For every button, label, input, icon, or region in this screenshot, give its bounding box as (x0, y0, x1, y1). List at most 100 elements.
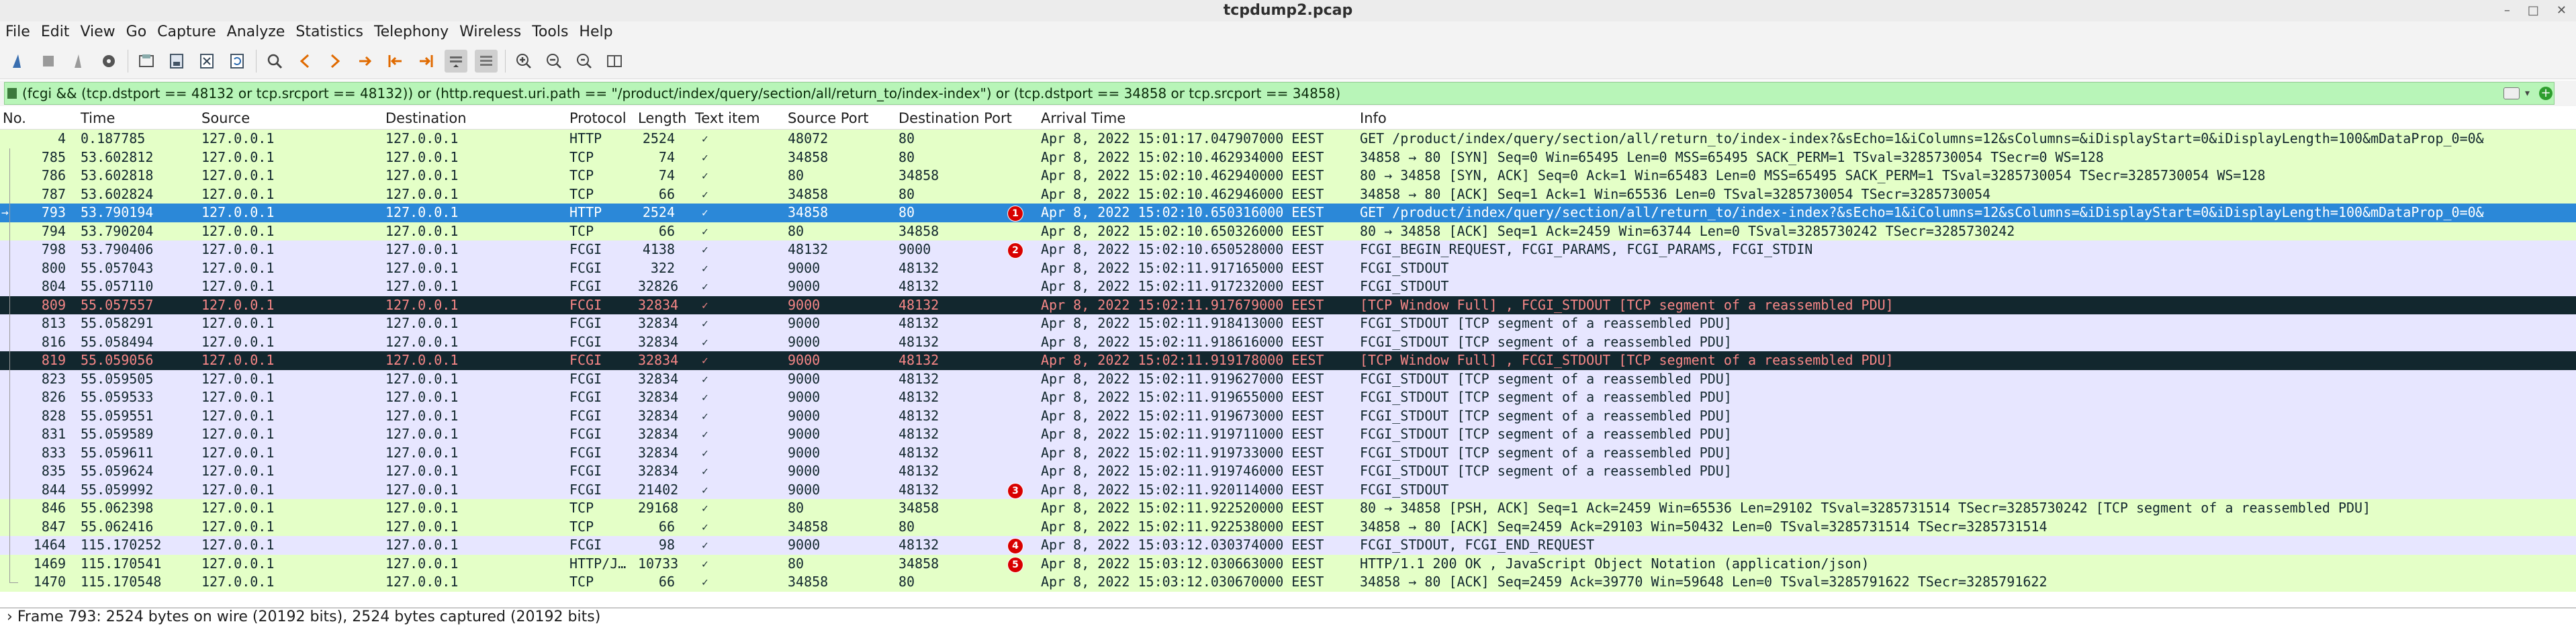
cell-src: 127.0.0.1 (201, 315, 275, 331)
col-length[interactable]: Length (638, 107, 686, 129)
go-last-icon[interactable] (414, 50, 437, 73)
packet-row[interactable]: 847 55.062416 127.0.0.1 127.0.0.1 TCP 66 34858… (0, 517, 2576, 536)
menu-capture[interactable]: Capture (152, 21, 221, 43)
go-to-packet-icon[interactable] (354, 50, 377, 73)
expander-icon[interactable]: › (7, 609, 13, 625)
close-file-icon[interactable] (195, 50, 218, 73)
cell-proto: TCP (569, 500, 594, 516)
packet-row[interactable]: 804 55.057110 127.0.0.1 127.0.0.1 FCGI 32826 9… (0, 277, 2576, 296)
col-arrival-time[interactable]: Arrival Time (1041, 107, 1125, 129)
cell-len: 32834 (638, 352, 679, 368)
apply-filter-icon[interactable]: + (2539, 87, 2552, 100)
packet-row[interactable]: 831 55.059589 127.0.0.1 127.0.0.1 FCGI 32834 9… (0, 425, 2576, 444)
cell-src: 127.0.0.1 (201, 352, 275, 368)
restart-capture-icon[interactable] (67, 50, 90, 73)
menu-edit[interactable]: Edit (36, 21, 75, 43)
resize-columns-icon[interactable] (603, 50, 626, 73)
bookmark-icon[interactable] (7, 88, 17, 99)
colorize-icon[interactable] (475, 49, 498, 73)
menu-file[interactable]: File (0, 21, 36, 43)
packet-row[interactable]: 844 55.059992 127.0.0.1 127.0.0.1 FCGI 21402 9… (0, 480, 2576, 499)
packet-row[interactable]: 823 55.059505 127.0.0.1 127.0.0.1 FCGI 32834 9… (0, 369, 2576, 388)
packet-details-pane[interactable]: › Frame 793: 2524 bytes on wire (20192 b… (0, 607, 2576, 626)
col-time[interactable]: Time (81, 107, 115, 129)
check-icon: ✓ (702, 261, 708, 275)
zoom-in-icon[interactable] (512, 50, 535, 73)
menu-go[interactable]: Go (121, 21, 152, 43)
cell-proto: FCGI (569, 333, 602, 350)
packet-row[interactable]: 828 55.059551 127.0.0.1 127.0.0.1 FCGI 32834 9… (0, 406, 2576, 425)
capture-options-icon[interactable] (97, 50, 120, 73)
cell-time: 55.059056 (81, 352, 154, 368)
col-no[interactable]: No. (3, 107, 26, 129)
menu-statistics[interactable]: Statistics (290, 21, 369, 43)
cell-time: 55.062416 (81, 518, 154, 535)
cell-sport: 9000 (788, 352, 821, 368)
packet-row[interactable]: 826 55.059533 127.0.0.1 127.0.0.1 FCGI 32834 9… (0, 388, 2576, 407)
col-destination-port[interactable]: Destination Port (899, 107, 1012, 129)
menu-bar: File Edit View Go Capture Analyze Statistics Te… (0, 21, 2576, 43)
col-source-port[interactable]: Source Port (788, 107, 868, 129)
menu-tools[interactable]: Tools (526, 21, 573, 43)
cell-sport: 48132 (788, 241, 829, 257)
go-back-icon[interactable] (293, 50, 316, 73)
packet-row[interactable]: 846 55.062398 127.0.0.1 127.0.0.1 TCP 29168 80… (0, 499, 2576, 518)
col-protocol[interactable]: Protocol (569, 107, 627, 129)
normal-size-icon[interactable] (573, 50, 596, 73)
packet-row[interactable]: 813 55.058291 127.0.0.1 127.0.0.1 FCGI 32834 9… (0, 314, 2576, 333)
menu-view[interactable]: View (75, 21, 120, 43)
cell-dport: 48132 (899, 463, 939, 479)
packet-row[interactable]: 785 53.602812 127.0.0.1 127.0.0.1 TCP 74 34858… (0, 148, 2576, 167)
packet-row[interactable]: 787 53.602824 127.0.0.1 127.0.0.1 TCP 66 34858… (0, 185, 2576, 204)
cell-no: 828 (41, 407, 66, 424)
close-icon[interactable]: ✕ (2557, 0, 2567, 21)
go-forward-icon[interactable] (324, 50, 347, 73)
col-destination[interactable]: Destination (385, 107, 467, 129)
maximize-icon[interactable]: □ (2528, 0, 2539, 21)
chevron-down-icon[interactable]: ▾ (2525, 83, 2530, 104)
shark-fin-start-icon[interactable] (7, 50, 30, 73)
auto-scroll-icon[interactable] (445, 49, 467, 73)
go-first-icon[interactable] (384, 50, 407, 73)
packet-row[interactable]: 1470 115.170548 127.0.0.1 127.0.0.1 TCP 66 348… (0, 573, 2576, 592)
zoom-out-icon[interactable] (543, 50, 565, 73)
save-file-icon[interactable] (165, 50, 188, 73)
packet-row[interactable]: 833 55.059611 127.0.0.1 127.0.0.1 FCGI 32834 9… (0, 443, 2576, 462)
clear-filter-icon[interactable] (2503, 87, 2520, 99)
cell-dst: 127.0.0.1 (385, 537, 459, 553)
cell-len: 10733 (638, 555, 679, 572)
packet-row[interactable]: 800 55.057043 127.0.0.1 127.0.0.1 FCGI 322 900… (0, 259, 2576, 277)
open-file-icon[interactable] (135, 50, 158, 73)
stop-capture-icon[interactable] (37, 50, 60, 73)
packet-row[interactable]: 816 55.058494 127.0.0.1 127.0.0.1 FCGI 32834 9… (0, 332, 2576, 351)
cell-time: 53.602812 (81, 148, 154, 165)
col-info[interactable]: Info (1360, 107, 1387, 129)
cell-len: 29168 (638, 500, 679, 516)
packet-row[interactable]: 809 55.057557 127.0.0.1 127.0.0.1 FCGI 32834 9… (0, 296, 2576, 314)
packet-row[interactable]: 819 55.059056 127.0.0.1 127.0.0.1 FCGI 32834 9… (0, 351, 2576, 370)
reload-file-icon[interactable] (226, 50, 248, 73)
packet-row[interactable]: 1469 115.170541 127.0.0.1 127.0.0.1 HTTP/J… 1… (0, 554, 2576, 573)
col-text-item[interactable]: Text item (695, 107, 760, 129)
packet-row[interactable]: 1464 115.170252 127.0.0.1 127.0.0.1 FCGI 98 90… (0, 536, 2576, 555)
packet-row[interactable]: 4 0.187785 127.0.0.1 127.0.0.1 HTTP 2524 48072… (0, 130, 2576, 148)
packet-row[interactable]: 786 53.602818 127.0.0.1 127.0.0.1 TCP 74 80 348… (0, 167, 2576, 185)
find-packet-icon[interactable] (263, 50, 286, 73)
cell-info: FCGI_STDOUT (1360, 481, 1449, 498)
minimize-icon[interactable]: – (2504, 0, 2510, 21)
menu-telephony[interactable]: Telephony (369, 21, 454, 43)
menu-help[interactable]: Help (573, 21, 618, 43)
packet-row[interactable]: 794 53.790204 127.0.0.1 127.0.0.1 TCP 66 80 348… (0, 222, 2576, 240)
cell-dport: 80 (899, 574, 915, 590)
packet-row[interactable]: 798 53.790406 127.0.0.1 127.0.0.1 FCGI 4138 48… (0, 240, 2576, 259)
col-source[interactable]: Source (201, 107, 250, 129)
menu-analyze[interactable]: Analyze (222, 21, 291, 43)
packet-row[interactable]: → 793 53.790194 127.0.0.1 127.0.0.1 HTTP 2524 3… (0, 204, 2576, 222)
check-icon: ✓ (702, 409, 708, 422)
cell-len: 66 (658, 185, 675, 202)
menu-wireless[interactable]: Wireless (454, 21, 526, 43)
cell-len: 32834 (638, 444, 679, 461)
cell-len: 322 (650, 259, 675, 276)
packet-row[interactable]: 835 55.059624 127.0.0.1 127.0.0.1 FCGI 32834 9… (0, 462, 2576, 481)
display-filter-input[interactable]: (fcgi && (tcp.dstport == 48132 or tcp.sr… (4, 82, 2555, 105)
